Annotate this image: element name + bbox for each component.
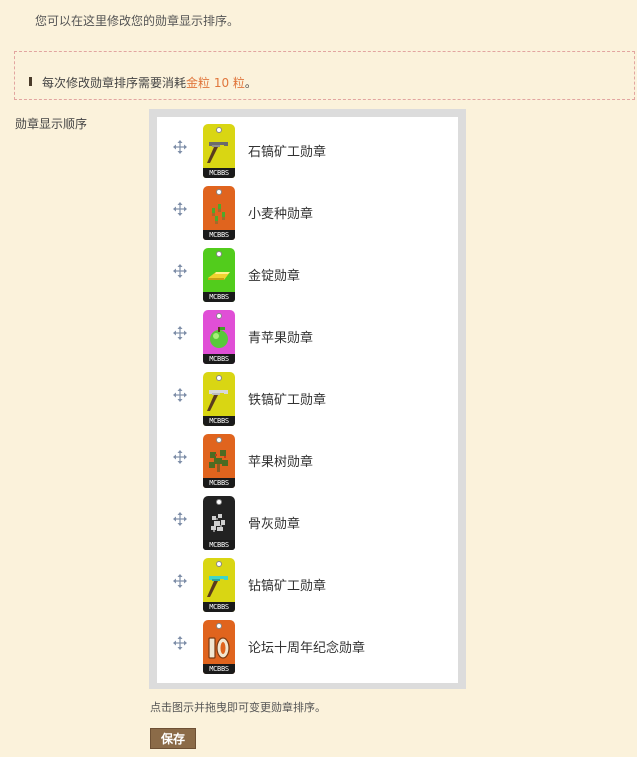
iron-pickaxe-icon — [207, 390, 228, 411]
medal-row[interactable]: MCBBS 骨灰勋章 — [157, 489, 458, 551]
badge-brand-text: MCBBS — [209, 169, 229, 177]
drag-handle-icon[interactable] — [173, 325, 187, 340]
medal-name: 石镐矿工勋章 — [248, 145, 327, 160]
medal-row[interactable]: MCBBS 钻镐矿工勋章 — [157, 551, 458, 613]
badge-hole — [216, 437, 222, 443]
notice-cost: 金粒 10 粒 — [186, 76, 245, 90]
badge-brand-strip: MCBBS — [203, 540, 235, 550]
badge-hole — [216, 375, 222, 381]
medal-badge[interactable]: MCBBS — [203, 558, 235, 612]
gold-ingot-icon — [208, 272, 230, 280]
bone-meal-icon — [211, 514, 225, 532]
diamond-pickaxe-icon — [207, 576, 228, 597]
medal-row[interactable]: MCBBS 金锭勋章 — [157, 241, 458, 303]
cost-notice: 每次修改勋章排序需要消耗金粒 10 粒。 — [14, 51, 635, 100]
medal-row[interactable]: MCBBS 苹果树勋章 — [157, 427, 458, 489]
drag-handle-icon[interactable] — [173, 139, 187, 154]
alert-icon — [29, 77, 32, 89]
drag-handle-icon[interactable] — [173, 449, 187, 464]
badge-brand-text: MCBBS — [209, 231, 229, 239]
badge-hole — [216, 561, 222, 567]
drag-hint: 点击图示并拖曳即可变更勋章排序。 — [150, 701, 326, 714]
stone-pickaxe-icon — [207, 142, 228, 163]
badge-hole — [216, 189, 222, 195]
medal-list-inner: MCBBS 石镐矿工勋章 MCBBS 小麦种勋章 MCBBS 金锭勋章 MCBBS 青苹果勋章… — [157, 117, 458, 683]
badge-hole — [216, 499, 222, 505]
order-label: 勋章显示顺序 — [15, 117, 88, 131]
badge-brand-strip: MCBBS — [203, 292, 235, 302]
badge-brand-strip: MCBBS — [203, 230, 235, 240]
intro-text: 您可以在这里修改您的勋章显示排序。 — [35, 14, 240, 28]
badge-brand-strip: MCBBS — [203, 168, 235, 178]
notice-text: 每次修改勋章排序需要消耗金粒 10 粒。 — [42, 74, 257, 91]
medal-row[interactable]: MCBBS 石镐矿工勋章 — [157, 117, 458, 179]
medal-badge[interactable]: MCBBS — [203, 496, 235, 550]
drag-handle-icon[interactable] — [173, 635, 187, 650]
badge-brand-text: MCBBS — [209, 665, 229, 673]
medal-name: 苹果树勋章 — [248, 455, 314, 470]
medal-badge[interactable]: MCBBS — [203, 248, 235, 302]
badge-brand-text: MCBBS — [209, 355, 229, 363]
save-button[interactable]: 保存 — [150, 728, 196, 749]
medal-badge[interactable]: MCBBS — [203, 434, 235, 488]
medal-name: 铁镐矿工勋章 — [248, 393, 327, 408]
wheat-seeds-icon — [212, 204, 225, 224]
drag-handle-icon[interactable] — [173, 573, 187, 588]
medal-badge[interactable]: MCBBS — [203, 124, 235, 178]
apple-tree-icon — [209, 450, 228, 472]
green-apple-icon — [210, 327, 228, 348]
badge-brand-text: MCBBS — [209, 479, 229, 487]
medal-row[interactable]: MCBBS 青苹果勋章 — [157, 303, 458, 365]
medal-name: 论坛十周年纪念勋章 — [248, 641, 366, 656]
medal-row[interactable]: MCBBS 论坛十周年纪念勋章 — [157, 613, 458, 675]
badge-brand-strip: MCBBS — [203, 478, 235, 488]
medal-name: 钻镐矿工勋章 — [248, 579, 327, 594]
badge-brand-text: MCBBS — [209, 603, 229, 611]
badge-brand-strip: MCBBS — [203, 602, 235, 612]
medal-badge[interactable]: MCBBS — [203, 186, 235, 240]
notice-prefix: 每次修改勋章排序需要消耗 — [42, 76, 187, 90]
badge-hole — [216, 623, 222, 629]
drag-handle-icon[interactable] — [173, 387, 187, 402]
medal-badge[interactable]: MCBBS — [203, 310, 235, 364]
notice-suffix: 。 — [244, 76, 257, 90]
badge-hole — [216, 127, 222, 133]
badge-brand-strip: MCBBS — [203, 416, 235, 426]
badge-brand-text: MCBBS — [209, 541, 229, 549]
medal-name: 骨灰勋章 — [248, 517, 301, 532]
medal-row[interactable]: MCBBS 小麦种勋章 — [157, 179, 458, 241]
tenth-anniversary-icon — [208, 637, 230, 659]
badge-brand-strip: MCBBS — [203, 664, 235, 674]
badge-brand-text: MCBBS — [209, 417, 229, 425]
medal-sort-list: MCBBS 石镐矿工勋章 MCBBS 小麦种勋章 MCBBS 金锭勋章 MCBBS 青苹果勋章… — [149, 109, 466, 689]
drag-handle-icon[interactable] — [173, 201, 187, 216]
medal-name: 青苹果勋章 — [248, 331, 314, 346]
drag-handle-icon[interactable] — [173, 511, 187, 526]
badge-brand-strip: MCBBS — [203, 354, 235, 364]
drag-handle-icon[interactable] — [173, 263, 187, 278]
badge-hole — [216, 251, 222, 257]
medal-badge[interactable]: MCBBS — [203, 620, 235, 674]
medal-name: 金锭勋章 — [248, 269, 301, 284]
medal-name: 小麦种勋章 — [248, 207, 314, 222]
medal-badge[interactable]: MCBBS — [203, 372, 235, 426]
badge-hole — [216, 313, 222, 319]
badge-brand-text: MCBBS — [209, 293, 229, 301]
medal-row[interactable]: MCBBS 铁镐矿工勋章 — [157, 365, 458, 427]
